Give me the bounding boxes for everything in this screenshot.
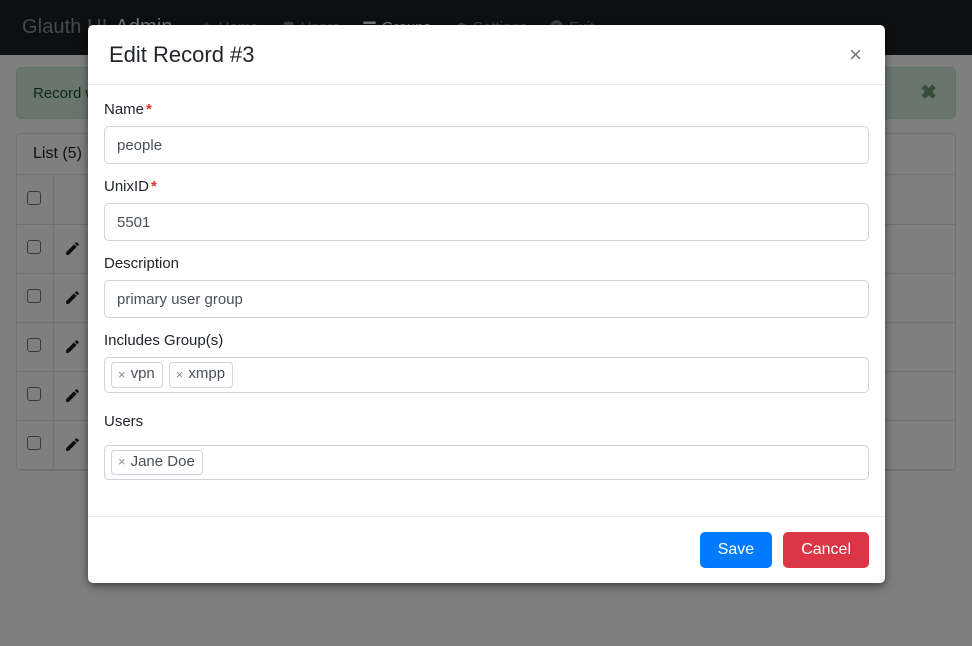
unixid-label: UnixID * [104,178,869,196]
includes-groups-tag-input[interactable]: × vpn × xmpp [104,357,869,393]
modal-header: Edit Record #3 × [88,25,885,86]
tag-label: vpn [130,365,155,383]
tag-remove-icon[interactable]: × [176,366,184,384]
tag-item[interactable]: × xmpp [168,362,234,388]
includes-groups-label: Includes Group(s) [104,332,224,350]
name-input[interactable] [104,126,869,165]
modal-close-button[interactable]: × [847,42,864,66]
tag-label: Jane Doe [130,452,195,470]
name-label: Name * [104,101,869,119]
unixid-input[interactable] [104,203,869,242]
tag-remove-icon[interactable]: × [118,366,126,384]
users-tag-input[interactable]: × Jane Doe [104,444,869,480]
tag-label: xmpp [188,365,226,383]
cancel-button[interactable]: Cancel [783,531,869,568]
description-input[interactable] [104,280,869,319]
unixid-required-mark: * [151,178,157,196]
name-label-text: Name [104,101,145,119]
description-label: Description [104,255,180,273]
field-group-users: Users × Jane Doe [104,413,869,480]
unixid-label-text: UnixID [104,178,150,196]
tag-remove-icon[interactable]: × [118,453,126,471]
modal-body: Name* UnixID* Description Includes Group… [88,85,885,516]
modal-title: Edit Record #3 [109,42,255,67]
field-group-description: Description [104,255,869,319]
save-button[interactable]: Save [699,531,773,568]
field-group-name: Name * [104,101,869,165]
users-label: Users [104,412,144,430]
tag-item[interactable]: × Jane Doe [111,449,203,475]
modal-footer: Save Cancel [88,515,885,583]
edit-record-modal: Edit Record #3 × Name* UnixID* Descripti… [88,25,885,583]
name-required-mark: * [146,101,152,119]
field-group-unixid: UnixID * [104,178,869,242]
tag-item[interactable]: × vpn [111,362,163,388]
field-group-includes-groups: Includes Group(s) × vpn × xmpp [104,332,869,393]
